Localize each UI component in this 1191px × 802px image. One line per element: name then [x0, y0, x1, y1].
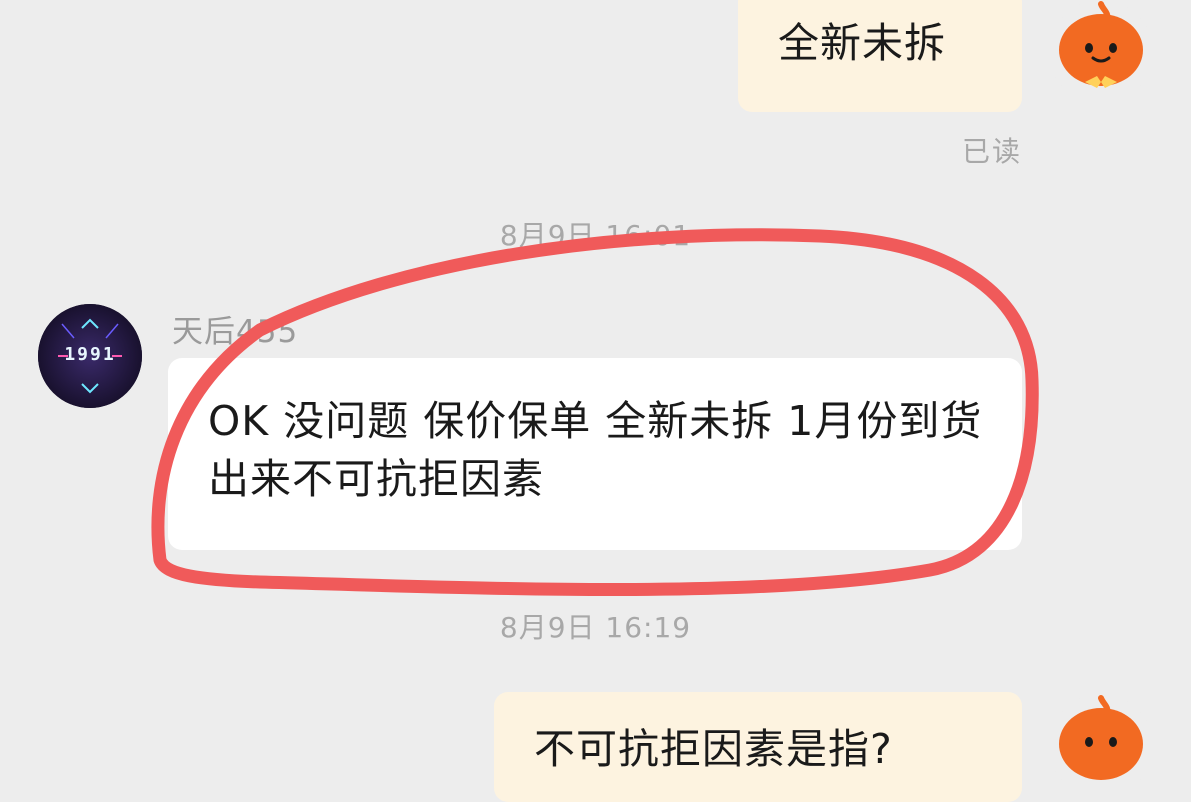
- message-text: OK 没问题 保价保单 全新未拆 1月份到货 出来不可抗拒因素: [208, 397, 983, 503]
- avatar-logo-text: 1991: [64, 344, 116, 365]
- read-receipt: 已读: [962, 135, 1023, 168]
- timestamp: 8月9日 16:19: [499, 611, 692, 644]
- message-bubble-incoming[interactable]: OK 没问题 保价保单 全新未拆 1月份到货 出来不可抗拒因素: [168, 358, 1022, 550]
- orange-mascot-icon: [1059, 695, 1143, 780]
- self-avatar[interactable]: [1049, 694, 1153, 798]
- message-bubble-outgoing[interactable]: 全新未拆: [738, 0, 1022, 112]
- contact-avatar[interactable]: 1991: [38, 304, 142, 408]
- self-avatar[interactable]: [1049, 0, 1153, 104]
- message-bubble-outgoing[interactable]: 不可抗拒因素是指?: [494, 692, 1022, 802]
- sender-name: 天后455: [172, 314, 299, 350]
- message-text: 全新未拆: [778, 19, 946, 67]
- message-text: 不可抗拒因素是指?: [534, 725, 893, 773]
- timestamp: 8月9日 16:01: [499, 219, 692, 252]
- orange-mascot-icon: [1059, 1, 1143, 88]
